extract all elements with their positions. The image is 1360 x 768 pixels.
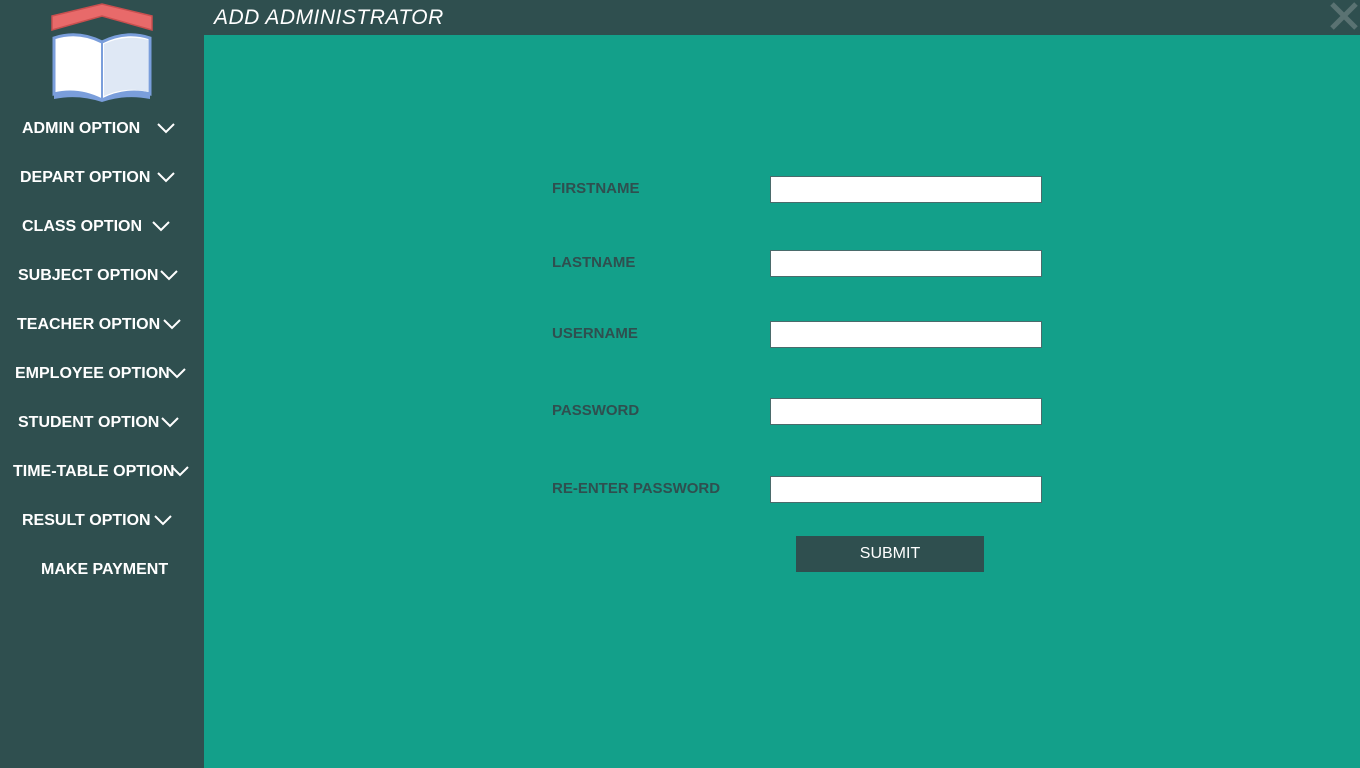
sidebar-item-admin-option[interactable]: ADMIN OPTION (0, 111, 204, 147)
username-field[interactable] (770, 321, 1042, 348)
chevron-down-icon (171, 466, 189, 477)
sidebar-item-label: RESULT OPTION (22, 512, 151, 529)
sidebar-item-student-option[interactable]: STUDENT OPTION (0, 405, 204, 441)
chevron-down-icon (168, 368, 186, 379)
sidebar-item-employee-option[interactable]: EMPLOYEE OPTION (0, 356, 204, 392)
page-title: ADD ADMINISTRATOR (214, 6, 444, 29)
chevron-down-icon (163, 319, 181, 330)
sidebar-item-teacher-option[interactable]: TEACHER OPTION (0, 307, 204, 343)
title-bar: ADD ADMINISTRATOR (204, 0, 1360, 35)
chevron-down-icon (161, 417, 179, 428)
sidebar-item-class-option[interactable]: CLASS OPTION (0, 209, 204, 245)
sidebar-item-time-table-option[interactable]: TIME-TABLE OPTION (0, 454, 204, 490)
sidebar-item-label: EMPLOYEE OPTION (15, 365, 170, 382)
chevron-down-icon (157, 123, 175, 134)
chevron-down-icon (154, 515, 172, 526)
sidebar-item-depart-option[interactable]: DEPART OPTION (0, 160, 204, 196)
firstname-label: FIRSTNAME (552, 180, 640, 197)
chevron-down-icon (160, 270, 178, 281)
sidebar-item-label: DEPART OPTION (20, 169, 151, 186)
book-house-logo (51, 3, 153, 102)
chevron-down-icon (157, 172, 175, 183)
sidebar-item-label: SUBJECT OPTION (18, 267, 159, 284)
sidebar: ADMIN OPTION DEPART OPTION CLASS OPTION … (0, 0, 204, 768)
sidebar-item-label: ADMIN OPTION (22, 120, 141, 137)
close-icon[interactable] (1328, 0, 1360, 32)
lastname-field[interactable] (770, 250, 1042, 277)
firstname-field[interactable] (770, 176, 1042, 203)
sidebar-item-label: MAKE PAYMENT (41, 561, 169, 578)
sidebar-item-label: TEACHER OPTION (17, 316, 161, 333)
chevron-down-icon (152, 221, 170, 232)
lastname-label: LASTNAME (552, 254, 636, 271)
sidebar-item-label: TIME-TABLE OPTION (13, 463, 175, 480)
password-label: PASSWORD (552, 402, 640, 419)
sidebar-item-label: STUDENT OPTION (18, 414, 160, 431)
re-enter-password-field[interactable] (770, 476, 1042, 503)
sidebar-item-subject-option[interactable]: SUBJECT OPTION (0, 258, 204, 294)
sidebar-item-label: CLASS OPTION (22, 218, 143, 235)
re-enter-password-label: RE-ENTER PASSWORD (552, 480, 721, 497)
sidebar-item-result-option[interactable]: RESULT OPTION (0, 503, 204, 539)
submit-button[interactable]: SUBMIT (796, 536, 984, 572)
main-panel: FIRSTNAME LASTNAME USERNAME PASSWORD RE-… (204, 35, 1360, 768)
password-field[interactable] (770, 398, 1042, 425)
username-label: USERNAME (552, 325, 638, 342)
sidebar-item-make-payment[interactable]: MAKE PAYMENT (0, 552, 204, 588)
